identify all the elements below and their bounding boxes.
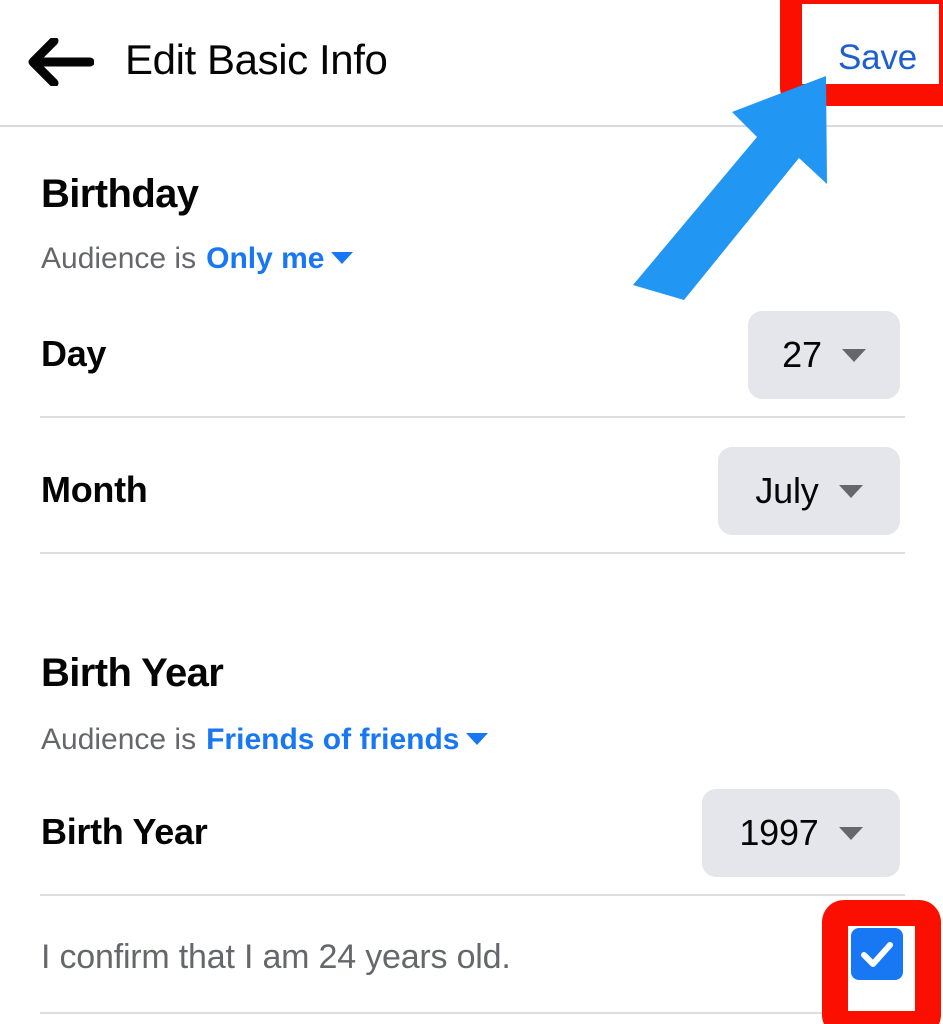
birthday-audience-label: Audience is: [41, 242, 197, 275]
edit-basic-info-screen: Edit Basic Info Save Birthday Audience i…: [0, 0, 943, 1024]
divider-birth-year: [40, 894, 905, 896]
row-label-birth-year: Birth Year: [41, 811, 208, 852]
birthday-audience-row: Audience is Only me: [41, 242, 354, 276]
birth-year-dropdown[interactable]: 1997: [702, 789, 900, 877]
row-day: Day 27: [0, 305, 943, 416]
app-header: Edit Basic Info Save: [0, 0, 943, 127]
chevron-down-icon: [838, 484, 863, 498]
check-icon: [851, 928, 903, 980]
row-label-day: Day: [41, 333, 107, 374]
row-month: Month July: [0, 441, 943, 552]
birthday-audience-value[interactable]: Only me: [206, 242, 324, 276]
row-label-month: Month: [41, 469, 148, 510]
divider-month: [40, 552, 905, 554]
section-title-birthday: Birthday: [41, 172, 199, 216]
divider-day: [40, 416, 905, 418]
birth-year-audience-row: Audience is Friends of friends: [41, 723, 489, 757]
confirm-age-label: I confirm that I am 24 years old.: [41, 938, 511, 976]
divider-confirm: [40, 1012, 905, 1014]
birth-year-audience-label: Audience is: [41, 723, 197, 756]
month-dropdown-value: July: [755, 470, 819, 511]
day-dropdown[interactable]: 27: [748, 311, 900, 399]
day-dropdown-value: 27: [782, 334, 822, 375]
birth-year-dropdown-value: 1997: [739, 812, 819, 853]
chevron-down-icon: [838, 826, 863, 840]
confirm-age-checkbox[interactable]: [851, 928, 903, 980]
section-title-birth-year: Birth Year: [41, 651, 224, 695]
chevron-down-icon[interactable]: [466, 733, 489, 745]
row-birth-year: Birth Year 1997: [0, 783, 943, 894]
chevron-down-icon[interactable]: [331, 252, 354, 264]
page-title: Edit Basic Info: [125, 36, 388, 83]
arrow-left-icon: [28, 38, 94, 86]
save-button[interactable]: Save: [838, 38, 917, 78]
chevron-down-icon: [841, 348, 866, 362]
back-button[interactable]: [24, 26, 98, 98]
month-dropdown[interactable]: July: [718, 447, 900, 535]
birth-year-audience-value[interactable]: Friends of friends: [206, 723, 459, 757]
